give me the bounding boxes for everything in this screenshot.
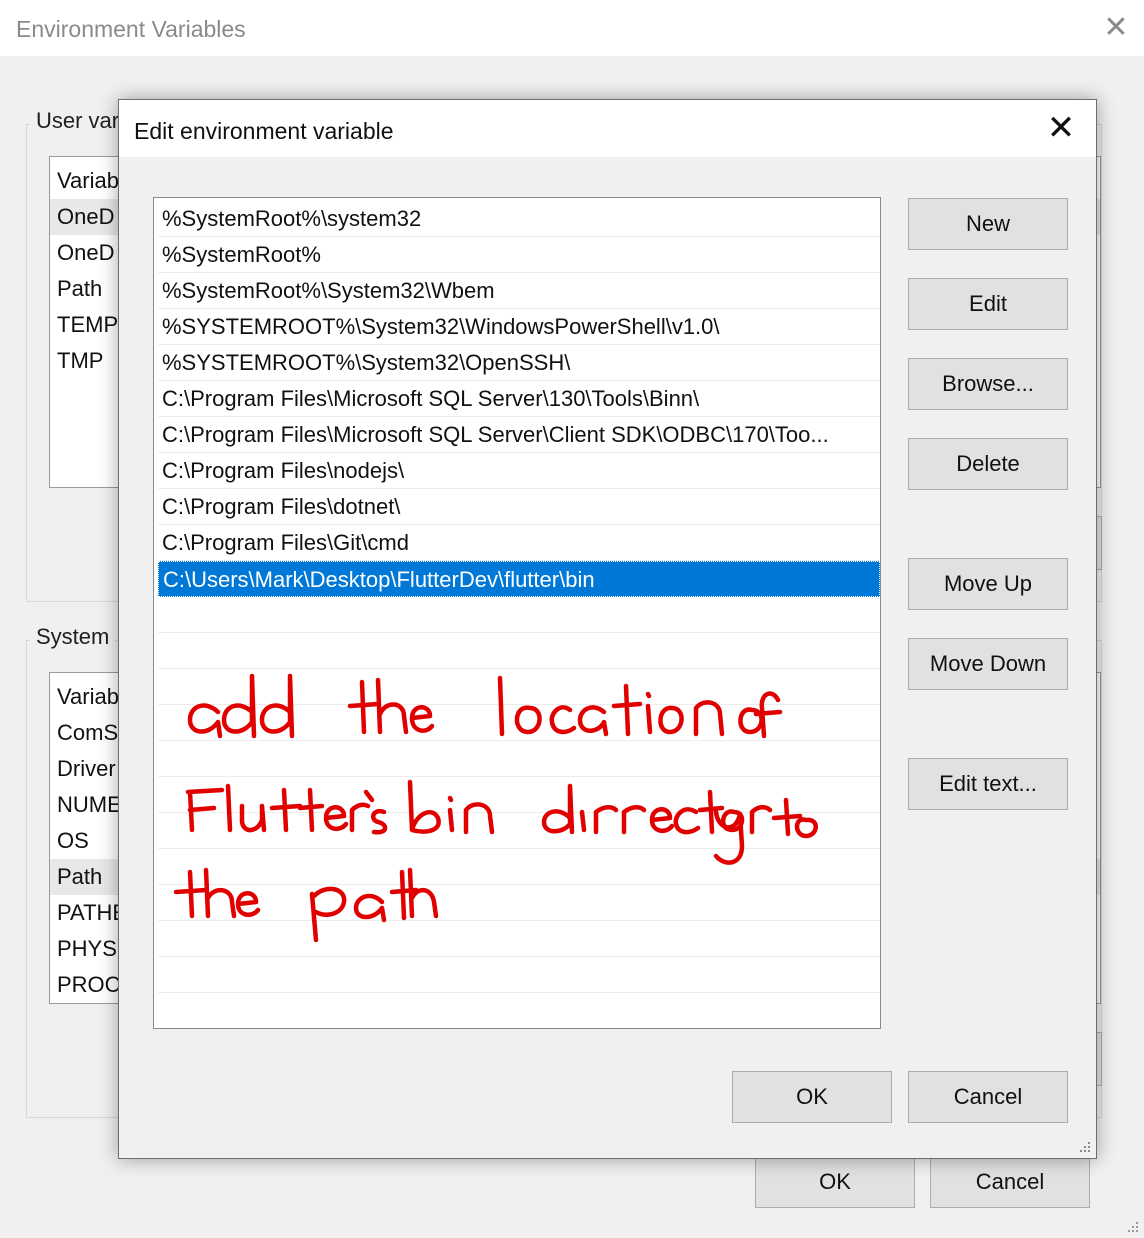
- empty-row[interactable]: [158, 705, 880, 741]
- move-down-button[interactable]: Move Down: [908, 638, 1068, 690]
- path-entry[interactable]: %SystemRoot%\system32: [158, 201, 880, 237]
- path-entry[interactable]: %SystemRoot%: [158, 237, 880, 273]
- empty-row[interactable]: [158, 849, 880, 885]
- resize-grip-icon[interactable]: [1124, 1218, 1140, 1234]
- browse-button[interactable]: Browse...: [908, 358, 1068, 410]
- empty-row[interactable]: [158, 669, 880, 705]
- empty-row[interactable]: [158, 813, 880, 849]
- edit-button[interactable]: Edit: [908, 278, 1068, 330]
- edit-environment-variable-dialog: Edit environment variable ✕ %SystemRoot%…: [118, 99, 1097, 1159]
- user-variables-label: User var: [30, 108, 126, 134]
- path-entry[interactable]: %SYSTEMROOT%\System32\OpenSSH\: [158, 345, 880, 381]
- delete-button[interactable]: Delete: [908, 438, 1068, 490]
- path-entries-list[interactable]: %SystemRoot%\system32 %SystemRoot% %System…: [153, 197, 881, 1029]
- move-up-button[interactable]: Move Up: [908, 558, 1068, 610]
- path-entry[interactable]: C:\Program Files\Microsoft SQL Server\13…: [158, 381, 880, 417]
- path-entry[interactable]: %SYSTEMROOT%\System32\WindowsPowerShell\…: [158, 309, 880, 345]
- path-entry[interactable]: C:\Program Files\nodejs\: [158, 453, 880, 489]
- path-entry[interactable]: C:\Users\Mark\Desktop\FlutterDev\flutter…: [158, 561, 880, 597]
- cancel-button[interactable]: Cancel: [908, 1071, 1068, 1123]
- title-bar: Environment Variables ✕: [0, 0, 1144, 56]
- empty-row[interactable]: [158, 993, 880, 1028]
- close-icon[interactable]: ✕: [1102, 13, 1130, 43]
- empty-row[interactable]: [158, 957, 880, 993]
- dialog-title: Edit environment variable: [134, 118, 394, 144]
- empty-row[interactable]: [158, 597, 880, 633]
- system-variables-label: System: [30, 624, 116, 650]
- path-entry[interactable]: C:\Program Files\dotnet\: [158, 489, 880, 525]
- empty-row[interactable]: [158, 777, 880, 813]
- empty-row[interactable]: [158, 633, 880, 669]
- path-entry[interactable]: %SystemRoot%\System32\Wbem: [158, 273, 880, 309]
- path-entry[interactable]: C:\Program Files\Git\cmd: [158, 525, 880, 561]
- close-icon[interactable]: ✕: [1044, 111, 1078, 146]
- cancel-button[interactable]: Cancel: [930, 1156, 1090, 1208]
- empty-row[interactable]: [158, 921, 880, 957]
- dialog-title-bar: Edit environment variable ✕: [119, 100, 1096, 157]
- ok-button[interactable]: OK: [732, 1071, 892, 1123]
- ok-button[interactable]: OK: [755, 1156, 915, 1208]
- window-title: Environment Variables: [16, 16, 246, 42]
- empty-row[interactable]: [158, 885, 880, 921]
- new-button[interactable]: New: [908, 198, 1068, 250]
- resize-grip-icon[interactable]: [1076, 1138, 1092, 1154]
- path-entry[interactable]: C:\Program Files\Microsoft SQL Server\Cl…: [158, 417, 880, 453]
- empty-row[interactable]: [158, 741, 880, 777]
- edit-text-button[interactable]: Edit text...: [908, 758, 1068, 810]
